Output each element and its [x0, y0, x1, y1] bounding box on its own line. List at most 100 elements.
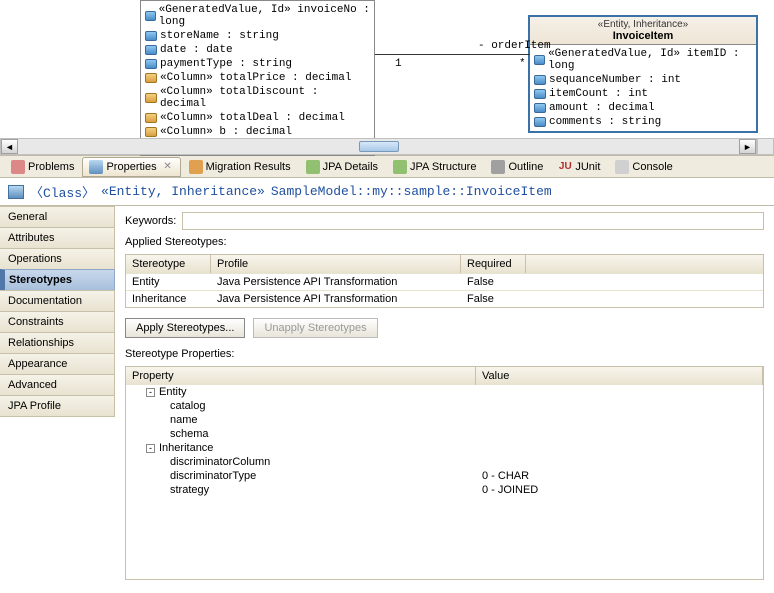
property-name: strategy [126, 483, 476, 497]
applied-stereotypes-table[interactable]: Stereotype Profile Required EntityJava P… [125, 254, 764, 308]
attribute-row[interactable]: «Column» totalPrice : decimal [141, 71, 374, 85]
property-value [476, 427, 763, 441]
stereotype-properties-label: Stereotype Properties: [125, 348, 764, 360]
property-name: -Entity [126, 385, 476, 399]
properties-icon [89, 160, 103, 174]
props-header-row: Property Value [126, 367, 763, 385]
column-icon [145, 93, 157, 103]
attribute-row[interactable]: «Column» totalDeal : decimal [141, 111, 374, 125]
stereotypes-panel: Keywords: Applied Stereotypes: Stereotyp… [115, 206, 774, 586]
property-categories: General Attributes Operations Stereotype… [0, 206, 115, 586]
col-property[interactable]: Property [126, 367, 476, 385]
property-name: discriminatorType [126, 469, 476, 483]
scroll-left-button[interactable]: ◄ [1, 139, 18, 154]
attribute-row[interactable]: sequanceNumber : int [530, 73, 756, 87]
attribute-row[interactable]: «GeneratedValue, Id» itemID : long [530, 47, 756, 73]
attribute-row[interactable]: «GeneratedValue, Id» invoiceNo : long [141, 3, 374, 29]
unapply-stereotypes-button[interactable]: Unapply Stereotypes [253, 318, 377, 338]
property-value [476, 413, 763, 427]
table-row[interactable]: EntityJava Persistence API Transformatio… [126, 273, 763, 290]
tab-jpa-details[interactable]: JPA Details [299, 157, 385, 177]
category-appearance[interactable]: Appearance [0, 353, 115, 375]
attribute-text: «GeneratedValue, Id» itemID : long [548, 48, 752, 72]
category-documentation[interactable]: Documentation [0, 290, 115, 312]
scroll-thumb[interactable] [359, 141, 399, 152]
property-name: discriminatorColumn [126, 455, 476, 469]
category-attributes[interactable]: Attributes [0, 227, 115, 249]
attribute-text: comments : string [549, 116, 661, 128]
stereotype-properties-table[interactable]: Property Value -Entitycatalognameschema-… [125, 366, 764, 580]
cell-required: False [461, 274, 526, 290]
tab-properties[interactable]: Properties✕ [82, 157, 180, 177]
property-row[interactable]: strategy0 - JOINED [126, 483, 763, 497]
properties-header: 〈Class〉 «Entity, Inheritance» SampleMode… [0, 178, 774, 206]
category-operations[interactable]: Operations [0, 248, 115, 270]
tab-problems[interactable]: Problems [4, 157, 81, 177]
property-row[interactable]: schema [126, 427, 763, 441]
attribute-row[interactable]: storeName : string [141, 29, 374, 43]
stereotype-label: «Entity, Inheritance» [534, 19, 752, 30]
scroll-right-button[interactable]: ► [739, 139, 756, 154]
column-icon [145, 73, 157, 83]
class-icon [8, 185, 24, 199]
property-value [476, 385, 763, 399]
attribute-row[interactable]: comments : string [530, 115, 756, 129]
console-icon [615, 160, 629, 174]
header-qualified-name: SampleModel::my::sample::InvoiceItem [271, 184, 552, 199]
attribute-text: amount : decimal [549, 102, 655, 114]
tab-migration-results[interactable]: Migration Results [182, 157, 298, 177]
cell-stereotype: Inheritance [126, 291, 211, 307]
tab-junit[interactable]: JUJUnit [551, 157, 607, 177]
uml-class-header: «Entity, Inheritance» InvoiceItem [530, 17, 756, 45]
attribute-row[interactable]: paymentType : string [141, 57, 374, 71]
property-row[interactable]: name [126, 413, 763, 427]
cell-profile: Java Persistence API Transformation [211, 291, 461, 307]
junit-icon: JU [558, 160, 572, 174]
category-jpa-profile[interactable]: JPA Profile [0, 395, 115, 417]
category-advanced[interactable]: Advanced [0, 374, 115, 396]
col-stereotype[interactable]: Stereotype [126, 255, 211, 273]
attribute-text: storeName : string [160, 30, 279, 42]
attribute-text: «Column» totalDiscount : decimal [160, 86, 370, 110]
association-line[interactable] [375, 54, 530, 55]
category-general[interactable]: General [0, 206, 115, 228]
attribute-row[interactable]: itemCount : int [530, 87, 756, 101]
keywords-input[interactable] [182, 212, 764, 230]
property-row[interactable]: discriminatorColumn [126, 455, 763, 469]
horizontal-scrollbar[interactable]: ◄ ► [0, 138, 757, 155]
col-required[interactable]: Required [461, 255, 526, 273]
attribute-text: «Column» totalPrice : decimal [160, 72, 351, 84]
col-value[interactable]: Value [476, 367, 763, 385]
tab-outline[interactable]: Outline [484, 157, 550, 177]
uml-class-invoice[interactable]: «GeneratedValue, Id» invoiceNo : longsto… [140, 0, 375, 156]
table-row[interactable]: InheritanceJava Persistence API Transfor… [126, 290, 763, 307]
attribute-row[interactable]: «Column» totalDiscount : decimal [141, 85, 374, 111]
property-row[interactable]: catalog [126, 399, 763, 413]
attribute-row[interactable]: date : date [141, 43, 374, 57]
property-row[interactable]: -Inheritance [126, 441, 763, 455]
attribute-text: itemCount : int [549, 88, 648, 100]
property-row[interactable]: discriminatorType0 - CHAR [126, 469, 763, 483]
table-header-row: Stereotype Profile Required [126, 255, 763, 273]
uml-diagram-canvas[interactable]: «GeneratedValue, Id» invoiceNo : longsto… [0, 0, 774, 155]
attribute-row[interactable]: amount : decimal [530, 101, 756, 115]
attribute-text: «Column» b : decimal [160, 126, 292, 138]
tree-toggle-icon[interactable]: - [146, 388, 155, 397]
field-icon [145, 45, 157, 55]
apply-stereotypes-button[interactable]: Apply Stereotypes... [125, 318, 245, 338]
category-stereotypes[interactable]: Stereotypes [0, 269, 115, 291]
property-name: catalog [126, 399, 476, 413]
close-icon[interactable]: ✕ [162, 161, 174, 173]
field-icon [534, 89, 546, 99]
category-relationships[interactable]: Relationships [0, 332, 115, 354]
attribute-row[interactable]: «Column» b : decimal [141, 125, 374, 139]
field-icon [145, 31, 157, 41]
col-profile[interactable]: Profile [211, 255, 461, 273]
tab-console[interactable]: Console [608, 157, 679, 177]
property-row[interactable]: -Entity [126, 385, 763, 399]
tab-jpa-structure[interactable]: JPA Structure [386, 157, 483, 177]
uml-class-invoiceitem[interactable]: «Entity, Inheritance» InvoiceItem «Gener… [528, 15, 758, 133]
tree-toggle-icon[interactable]: - [146, 444, 155, 453]
field-icon [534, 55, 545, 65]
category-constraints[interactable]: Constraints [0, 311, 115, 333]
